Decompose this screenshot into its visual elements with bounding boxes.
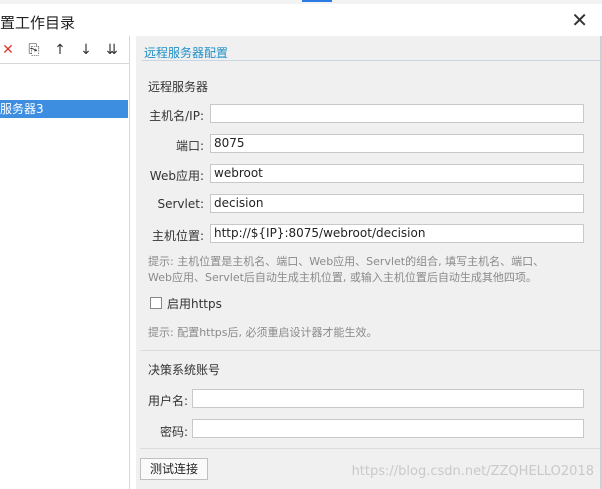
watermark-text: https://blog.csdn.net/ZZQHELLO2018 [351,464,594,479]
top-strip-mark [302,0,332,2]
dialog-titlebar: 置工作目录 ✕ [0,4,602,36]
port-input[interactable]: 8075 [210,134,584,153]
servlet-label: Servlet: [157,197,205,211]
dialog-title: 置工作目录 [0,14,76,32]
section-title: 远程服务器配置 [144,46,229,60]
test-connection-button[interactable]: 测试连接 [140,458,208,480]
https-hint: 提示: 配置https后, 必须重启设计器才能生效。 [148,326,378,339]
webapp-input[interactable]: webroot [210,164,584,183]
host-input[interactable] [210,104,584,123]
password-label: 密码: [159,425,188,439]
location-hint-line2: Web应用、Servlet后自动生成主机位置, 或输入主机位置后自动生成其他四项… [148,271,537,284]
close-icon[interactable]: ✕ [571,8,588,32]
location-input[interactable]: http://${IP}:8075/webroot/decision [210,224,584,243]
server-list-toolbar: ✕ ⎘ ↑ ↓ ⇊ [0,36,130,64]
location-hint-line1: 提示: 主机位置是主机名、端口、Web应用、Servlet的组合, 填写主机名、… [148,255,545,268]
toolbar-divider [0,63,130,64]
copy-icon[interactable]: ⎘ [26,42,42,58]
host-label: 主机名/IP: [149,109,204,123]
group-divider [140,350,600,351]
port-label: 端口: [175,139,204,153]
sort-icon[interactable]: ⇊ [104,42,120,58]
move-down-icon[interactable]: ↓ [78,42,94,58]
https-checkbox-label[interactable]: 启用https [167,295,222,312]
webapp-label: Web应用: [149,169,204,183]
remote-server-config-panel: 远程服务器配置 远程服务器 主机名/IP: 端口: 8075 Web应用: we… [136,36,602,489]
account-divider [140,448,600,449]
move-up-icon[interactable]: ↑ [52,42,68,58]
https-checkbox[interactable] [150,297,162,309]
location-label: 主机位置: [151,229,204,243]
username-label: 用户名: [147,394,188,408]
server-list-panel: ✕ ⎘ ↑ ↓ ⇊ 服务器3 [0,36,130,489]
remote-server-group-title: 远程服务器 [148,80,209,94]
password-input[interactable] [192,419,584,438]
section-divider [142,60,602,61]
account-group-title: 决策系统账号 [148,363,221,377]
server-list-item-selected[interactable]: 服务器3 [0,100,128,118]
servlet-input[interactable]: decision [210,194,584,213]
username-input[interactable] [192,389,584,408]
delete-icon[interactable]: ✕ [0,42,16,58]
